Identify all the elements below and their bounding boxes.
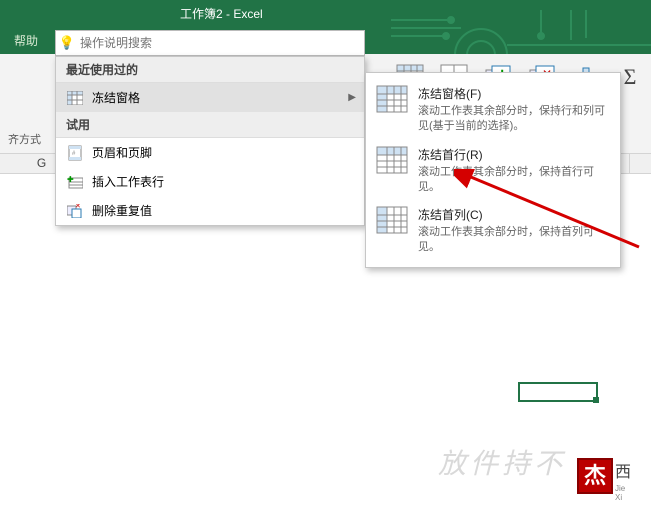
menu-item-remove-duplicates[interactable]: ✕ 删除重复值 [56,196,364,225]
tell-me-menu: 最近使用过的 冻结窗格 ▶ 试用 # 页眉和页脚 ✚ 插入工作表行 ✕ 删除重复… [55,56,365,226]
watermark-text: 放件持不 [438,442,566,482]
header-footer-icon: # [66,145,84,161]
submenu-item-freeze-top-row[interactable]: 冻结首行(R) 滚动工作表其余部分时，保持首行可见。 [366,140,620,201]
submenu-item-freeze-first-col[interactable]: 冻结首列(C) 滚动工作表其余部分时，保持首列可见。 [366,200,620,261]
freeze-panes-icon [376,85,410,115]
menu-item-freeze-panes[interactable]: 冻结窗格 ▶ [56,83,364,112]
menu-header-recent: 最近使用过的 [56,57,364,83]
submenu-title: 冻结窗格(F) [418,85,610,102]
menu-item-label: 冻结窗格 [92,89,140,106]
submenu-arrow-icon: ▶ [348,92,356,103]
menu-item-header-footer[interactable]: # 页眉和页脚 [56,138,364,167]
submenu-title: 冻结首行(R) [418,146,610,163]
remove-duplicates-icon: ✕ [66,203,84,219]
menu-item-label: 页眉和页脚 [92,144,152,161]
menu-header-try: 试用 [56,112,364,138]
lightbulb-icon: 💡 [56,35,78,51]
submenu-item-freeze-panes[interactable]: 冻结窗格(F) 滚动工作表其余部分时，保持行和列可见(基于当前的选择)。 [366,79,620,140]
freeze-panes-icon [66,90,84,106]
tab-help[interactable]: 帮助 [0,26,52,55]
group-label-alignment: 齐方式 [8,131,41,147]
menu-item-label: 插入工作表行 [92,173,164,190]
menu-item-insert-rows[interactable]: ✚ 插入工作表行 [56,167,364,196]
freeze-panes-submenu: 冻结窗格(F) 滚动工作表其余部分时，保持行和列可见(基于当前的选择)。 冻结首… [365,72,621,268]
submenu-desc: 滚动工作表其余部分时，保持首列可见。 [418,225,610,255]
submenu-desc: 滚动工作表其余部分时，保持行和列可见(基于当前的选择)。 [418,104,610,134]
freeze-top-row-icon [376,146,410,176]
title-bar: 工作簿2 - Excel [0,0,651,26]
menu-item-label: 删除重复值 [92,202,152,219]
svg-text:✚: ✚ [67,175,74,184]
selected-cell[interactable] [518,382,598,402]
insert-rows-icon: ✚ [66,174,84,190]
tell-me-search[interactable]: 💡 [55,30,365,56]
svg-text:✕: ✕ [75,204,81,210]
sigma-icon: Σ [624,64,637,90]
freeze-first-col-icon [376,206,410,236]
stamp-logo: 杰 西 Jie Xi [577,458,633,506]
search-input[interactable] [78,34,364,52]
submenu-title: 冻结首列(C) [418,206,610,223]
submenu-desc: 滚动工作表其余部分时，保持首行可见。 [418,165,610,195]
app-title: 工作簿2 - Excel [180,5,263,22]
